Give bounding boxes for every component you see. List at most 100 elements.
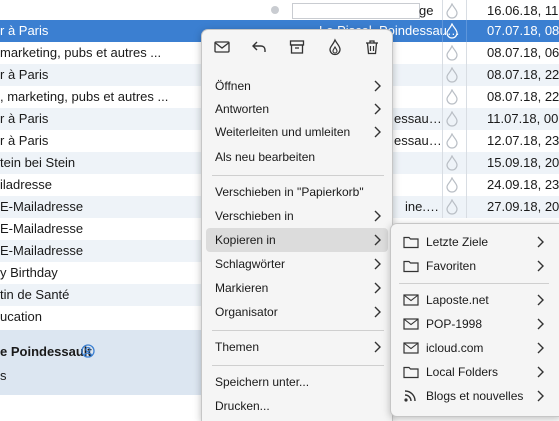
chevron-right-icon bbox=[374, 341, 381, 353]
menu-item-label: Öffnen bbox=[215, 79, 251, 93]
mail-account-icon bbox=[403, 318, 419, 330]
message-subject: r à Paris bbox=[0, 111, 49, 126]
message-correspondent: ine.… bbox=[405, 199, 439, 214]
junk-flame-icon[interactable] bbox=[446, 45, 458, 61]
menu-item-organizer[interactable]: Organisator bbox=[206, 300, 388, 324]
chevron-right-icon bbox=[374, 103, 381, 115]
menu-item-label: Weiterleiten und umleiten bbox=[215, 125, 351, 139]
message-correspondent: essau… bbox=[394, 133, 442, 148]
message-subject: E-Mailadresse bbox=[0, 199, 84, 214]
submenu-item-blogs-news[interactable]: Blogs et nouvelles bbox=[395, 384, 555, 408]
menu-item-mark[interactable]: Markieren bbox=[206, 276, 388, 300]
message-date: 08.07.18, 22: bbox=[487, 89, 559, 104]
chevron-right-icon bbox=[537, 318, 544, 330]
message-date: 11.07.18, 00: bbox=[487, 111, 559, 126]
menu-item-label: Themen bbox=[215, 340, 260, 354]
menu-separator bbox=[212, 175, 384, 176]
menu-item-edit-as-new[interactable]: Als neu bearbeiten bbox=[206, 145, 388, 169]
menu-item-save-as[interactable]: Speichern unter... bbox=[206, 370, 388, 394]
folder-icon bbox=[403, 260, 419, 273]
menu-item-label: Als neu bearbeiten bbox=[215, 150, 316, 164]
menu-item-label: Verschieben in "Papierkorb" bbox=[215, 185, 364, 199]
junk-flame-icon[interactable] bbox=[446, 89, 458, 105]
message-correspondent: ge bbox=[419, 3, 434, 18]
archive-icon[interactable] bbox=[288, 38, 306, 56]
menu-item-reply[interactable]: Antworten bbox=[206, 97, 388, 121]
menu-item-themes[interactable]: Themen bbox=[206, 335, 388, 359]
menu-item-move-to[interactable]: Verschieben in bbox=[206, 204, 388, 228]
submenu-item-label: Laposte.net bbox=[426, 293, 489, 307]
message-correspondent: essau… bbox=[394, 111, 442, 126]
menu-item-label: Organisator bbox=[215, 305, 278, 319]
message-subject: r à Paris bbox=[0, 67, 49, 82]
menu-item-copy-to[interactable]: Kopieren in bbox=[206, 228, 388, 252]
menu-item-print[interactable]: Drucken... bbox=[206, 394, 388, 418]
message-date: 08.07.18, 06: bbox=[487, 45, 559, 60]
submenu-item-local-folders[interactable]: Local Folders bbox=[395, 360, 555, 384]
chevron-right-icon bbox=[374, 210, 381, 222]
message-subject: E-Mailadresse bbox=[0, 221, 84, 236]
chevron-right-icon bbox=[374, 126, 381, 138]
menu-item-label: Kopieren in bbox=[215, 233, 276, 247]
chevron-right-icon bbox=[374, 306, 381, 318]
submenu-item-label: Favoriten bbox=[426, 259, 477, 273]
chevron-right-icon bbox=[537, 342, 544, 354]
junk-flame-icon[interactable] bbox=[446, 199, 458, 215]
folder-icon bbox=[403, 236, 419, 249]
mail-icon[interactable] bbox=[213, 38, 231, 56]
submenu-item-label: Letzte Ziele bbox=[426, 235, 489, 249]
read-status-dot[interactable] bbox=[271, 6, 279, 14]
chevron-right-icon bbox=[374, 234, 381, 246]
message-row[interactable]: ge 16.06.18, 11: bbox=[0, 0, 559, 22]
submenu-item-favorites[interactable]: Favoriten bbox=[395, 254, 555, 278]
message-date: 27.09.18, 20: bbox=[487, 199, 559, 214]
junk-flame-icon[interactable] bbox=[446, 23, 458, 39]
mail-account-icon bbox=[403, 294, 419, 306]
sender-name[interactable]: e Poindessault bbox=[0, 344, 92, 359]
menu-separator bbox=[212, 365, 384, 366]
submenu-item-laposte[interactable]: Laposte.net bbox=[395, 288, 555, 312]
submenu-item-recent-destinations[interactable]: Letzte Ziele bbox=[395, 230, 555, 254]
chevron-right-icon bbox=[537, 294, 544, 306]
message-subject: marketing, pubs et autres ... bbox=[0, 45, 162, 60]
junk-flame-icon[interactable] bbox=[326, 38, 344, 56]
submenu-item-icloud[interactable]: icloud.com bbox=[395, 336, 555, 360]
message-date: 24.09.18, 23: bbox=[487, 177, 559, 192]
message-subject: E-Mailadresse bbox=[0, 243, 84, 258]
chevron-right-icon bbox=[537, 390, 544, 402]
context-menu: Öffnen Antworten Weiterleiten und umleit… bbox=[201, 29, 393, 421]
menu-item-move-to-trash[interactable]: Verschieben in "Papierkorb" bbox=[206, 180, 388, 204]
menu-item-label: Schlagwörter bbox=[215, 257, 286, 271]
message-date: 16.06.18, 11: bbox=[487, 3, 559, 18]
menu-item-forward-redirect[interactable]: Weiterleiten und umleiten bbox=[206, 120, 388, 144]
message-date: 08.07.18, 22: bbox=[487, 67, 559, 82]
chevron-right-icon bbox=[537, 260, 544, 272]
menu-item-tags[interactable]: Schlagwörter bbox=[206, 252, 388, 276]
message-subject: iladresse bbox=[0, 177, 53, 192]
junk-flame-icon[interactable] bbox=[446, 133, 458, 149]
menu-item-label: Verschieben in bbox=[215, 209, 294, 223]
chevron-right-icon bbox=[374, 258, 381, 270]
reply-icon[interactable] bbox=[250, 38, 268, 56]
chevron-right-icon bbox=[374, 282, 381, 294]
menu-item-label: Markieren bbox=[215, 281, 269, 295]
folder-icon bbox=[403, 366, 419, 379]
junk-flame-icon[interactable] bbox=[446, 67, 458, 83]
junk-flame-icon[interactable] bbox=[446, 3, 458, 19]
junk-flame-icon[interactable] bbox=[446, 155, 458, 171]
sender-field bbox=[292, 3, 420, 19]
message-subject: tein bei Stein bbox=[0, 155, 76, 170]
junk-flame-icon[interactable] bbox=[446, 111, 458, 127]
chevron-right-icon bbox=[537, 366, 544, 378]
submenu-item-label: icloud.com bbox=[426, 341, 484, 355]
message-date: 12.07.18, 23: bbox=[487, 133, 559, 148]
message-subject: y Birthday bbox=[0, 265, 58, 280]
chevron-right-icon bbox=[374, 80, 381, 92]
trash-icon[interactable] bbox=[363, 38, 381, 56]
menu-item-open[interactable]: Öffnen bbox=[206, 74, 388, 98]
submenu-item-pop-1998[interactable]: POP-1998 bbox=[395, 312, 555, 336]
context-menu-toolbar bbox=[202, 30, 392, 64]
contact-icon[interactable] bbox=[81, 344, 95, 358]
message-subject: ucation bbox=[0, 309, 42, 324]
junk-flame-icon[interactable] bbox=[446, 177, 458, 193]
